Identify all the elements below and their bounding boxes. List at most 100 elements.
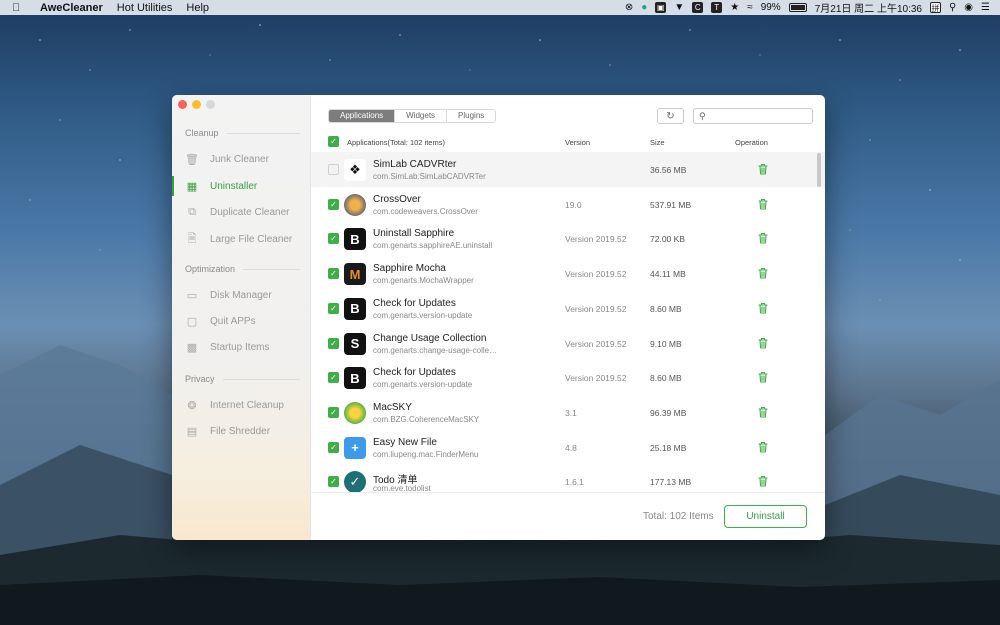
uninstall-button[interactable]: Uninstall [724, 505, 807, 528]
search-icon: ⚲ [699, 111, 706, 121]
sidebar-item-duplicate-cleaner[interactable]: ⧉ Duplicate Cleaner [172, 201, 311, 223]
table-row[interactable]: ✓ B Uninstall Sapphire com.genarts.sapphire… [311, 221, 825, 256]
total-items: Total: 102 Items [643, 511, 714, 522]
table-row[interactable]: ✓ CrossOver com.codeweavers.CrossOver 19.0 5… [311, 187, 825, 222]
app-name: Uninstall Sapphire [373, 228, 455, 240]
row-checkbox[interactable]: ✓ [328, 476, 339, 488]
zoom-window-button[interactable] [206, 100, 215, 109]
window-controls [178, 100, 215, 109]
table-row[interactable]: ✓ B Check for Updates com.genarts.version-u… [311, 291, 825, 326]
app-size: 537.91 MB [650, 199, 692, 210]
sidebar-item-internet-cleanup[interactable]: ❂ Internet Cleanup [172, 394, 311, 416]
trash-icon[interactable] [756, 231, 770, 245]
app-version: Version 2019.52 [565, 338, 627, 349]
trash-icon[interactable] [756, 440, 770, 454]
close-circle-icon[interactable]: ⊗ [625, 2, 633, 13]
row-checkbox[interactable]: ✓ [328, 198, 339, 210]
trash-icon[interactable] [756, 405, 770, 419]
apple-menu-icon[interactable]:  [12, 2, 26, 14]
trash-icon[interactable] [756, 474, 770, 488]
window-icon: ▢ [186, 315, 198, 328]
app-version: Version 2019.52 [565, 269, 627, 280]
row-checkbox[interactable]: ✓ [328, 406, 339, 418]
sidebar-item-label: Internet Cleanup [210, 399, 284, 411]
app-name: MacSKY [373, 401, 412, 413]
tab-plugins[interactable]: Plugins [447, 110, 496, 122]
notification-center-icon[interactable]: ☰ [981, 2, 990, 13]
app-version: Version 2019.52 [565, 373, 627, 384]
input-method-icon[interactable]: 拼 [929, 2, 941, 13]
file-icon: 🗎 [187, 232, 197, 245]
sidebar-item-label: File Shredder [210, 425, 271, 437]
menu-help[interactable]: Help [186, 2, 209, 14]
trash-icon[interactable] [756, 370, 770, 384]
spotlight-icon[interactable]: ⚲ [949, 2, 956, 13]
wifi-icon[interactable]: ≈ [747, 2, 753, 13]
trash-icon[interactable] [756, 336, 770, 350]
bundle-id: com.eve.todolist [373, 484, 431, 492]
tab-bar: Applications Widgets Plugins [328, 109, 497, 123]
trash-icon[interactable] [756, 301, 770, 315]
bluetooth-icon[interactable]: ★ [730, 2, 739, 13]
row-checkbox[interactable]: ✓ [328, 268, 339, 280]
table-row[interactable]: ✓ + Easy New File com.liupeng.mac.FinderMen… [311, 430, 825, 465]
user-avatar-icon[interactable]: ◉ [964, 2, 973, 13]
table-row[interactable]: ✓ ✓ Todo 清单 com.eve.todolist 1.6.1 177.13 MB [311, 464, 825, 492]
sidebar-item-uninstaller[interactable]: ▦ Uninstaller [172, 175, 311, 197]
app-version: 1.6.1 [565, 477, 584, 488]
app-status-icon[interactable]: ● [641, 2, 647, 13]
table-row[interactable]: ✓ M Sapphire Mocha com.genarts.MochaWrapper… [311, 256, 825, 291]
search-box[interactable]: ⚲ [693, 108, 813, 124]
sidebar-item-file-shredder[interactable]: ▤ File Shredder [172, 420, 311, 442]
menu-hot-utilities[interactable]: Hot Utilities [117, 2, 173, 14]
minimize-window-button[interactable] [192, 100, 201, 109]
app-size: 72.00 KB [650, 234, 685, 245]
battery-percent: 99% [760, 2, 781, 13]
tab-widgets[interactable]: Widgets [395, 110, 448, 122]
app-version: Version 2019.52 [565, 234, 627, 245]
search-input[interactable] [711, 110, 809, 122]
app-list: ✓ ❖ SimLab CADVRter com.SimLab.SimLabCADVRT… [311, 152, 825, 492]
sidebar-item-large-file-cleaner[interactable]: 🗎 Large File Cleaner [172, 228, 311, 250]
refresh-button[interactable]: ↻ [657, 108, 684, 124]
row-checkbox[interactable]: ✓ [328, 372, 339, 384]
table-row[interactable]: ✓ MacSKY com.BZG.CoherenceMacSKY 3.1 96.39 M… [311, 395, 825, 430]
app-size: 177.13 MB [650, 477, 692, 488]
app-name: Sapphire Mocha [373, 263, 446, 275]
clock[interactable]: 7月21日 周二 上午10:36 [815, 0, 922, 15]
section-cleanup: Cleanup [185, 128, 300, 138]
column-size[interactable]: Size [650, 138, 665, 147]
row-checkbox[interactable]: ✓ [328, 233, 339, 245]
trash-icon[interactable] [756, 162, 770, 176]
c-app-icon[interactable]: C [692, 2, 704, 13]
row-checkbox[interactable]: ✓ [328, 302, 339, 314]
trash-icon[interactable] [756, 266, 770, 280]
app-name: Check for Updates [373, 367, 456, 379]
column-applications[interactable]: Applications(Total: 102 items) [347, 138, 445, 147]
sidebar-item-quit-apps[interactable]: ▢ Quit APPs [172, 310, 311, 332]
sidebar-item-disk-manager[interactable]: ▭ Disk Manager [172, 284, 311, 306]
tab-applications[interactable]: Applications [329, 110, 396, 122]
display-icon[interactable]: ▣ [655, 2, 667, 13]
sidebar-item-startup-items[interactable]: ▩ Startup Items [172, 336, 311, 358]
shield-icon[interactable]: ▼ [674, 2, 684, 13]
select-all-checkbox[interactable]: ✓ [328, 136, 339, 147]
column-version[interactable]: Version [565, 138, 590, 147]
trash-icon[interactable] [756, 197, 770, 211]
row-checkbox[interactable]: ✓ [328, 164, 339, 175]
t-app-icon[interactable]: T [711, 2, 723, 13]
footer-divider [311, 492, 825, 493]
battery-icon[interactable] [788, 3, 807, 12]
bundle-id: com.SimLab.SimLabCADVRTer [373, 172, 486, 181]
table-row[interactable]: ✓ B Check for Updates com.genarts.version-u… [311, 360, 825, 395]
scrollbar[interactable] [817, 153, 821, 187]
table-row[interactable]: ✓ ❖ SimLab CADVRter com.SimLab.SimLabCADVRT… [311, 152, 825, 187]
close-window-button[interactable] [178, 100, 187, 109]
sidebar-item-junk-cleaner[interactable]: 🗑 Junk Cleaner [172, 148, 311, 170]
app-size: 36.56 MB [650, 165, 687, 175]
row-checkbox[interactable]: ✓ [328, 337, 339, 349]
table-row[interactable]: ✓ S Change Usage Collection com.genarts.cha… [311, 326, 825, 361]
mocha-m-icon: M [344, 263, 366, 286]
menu-app-name[interactable]: AweCleaner [40, 2, 103, 14]
row-checkbox[interactable]: ✓ [328, 441, 339, 453]
